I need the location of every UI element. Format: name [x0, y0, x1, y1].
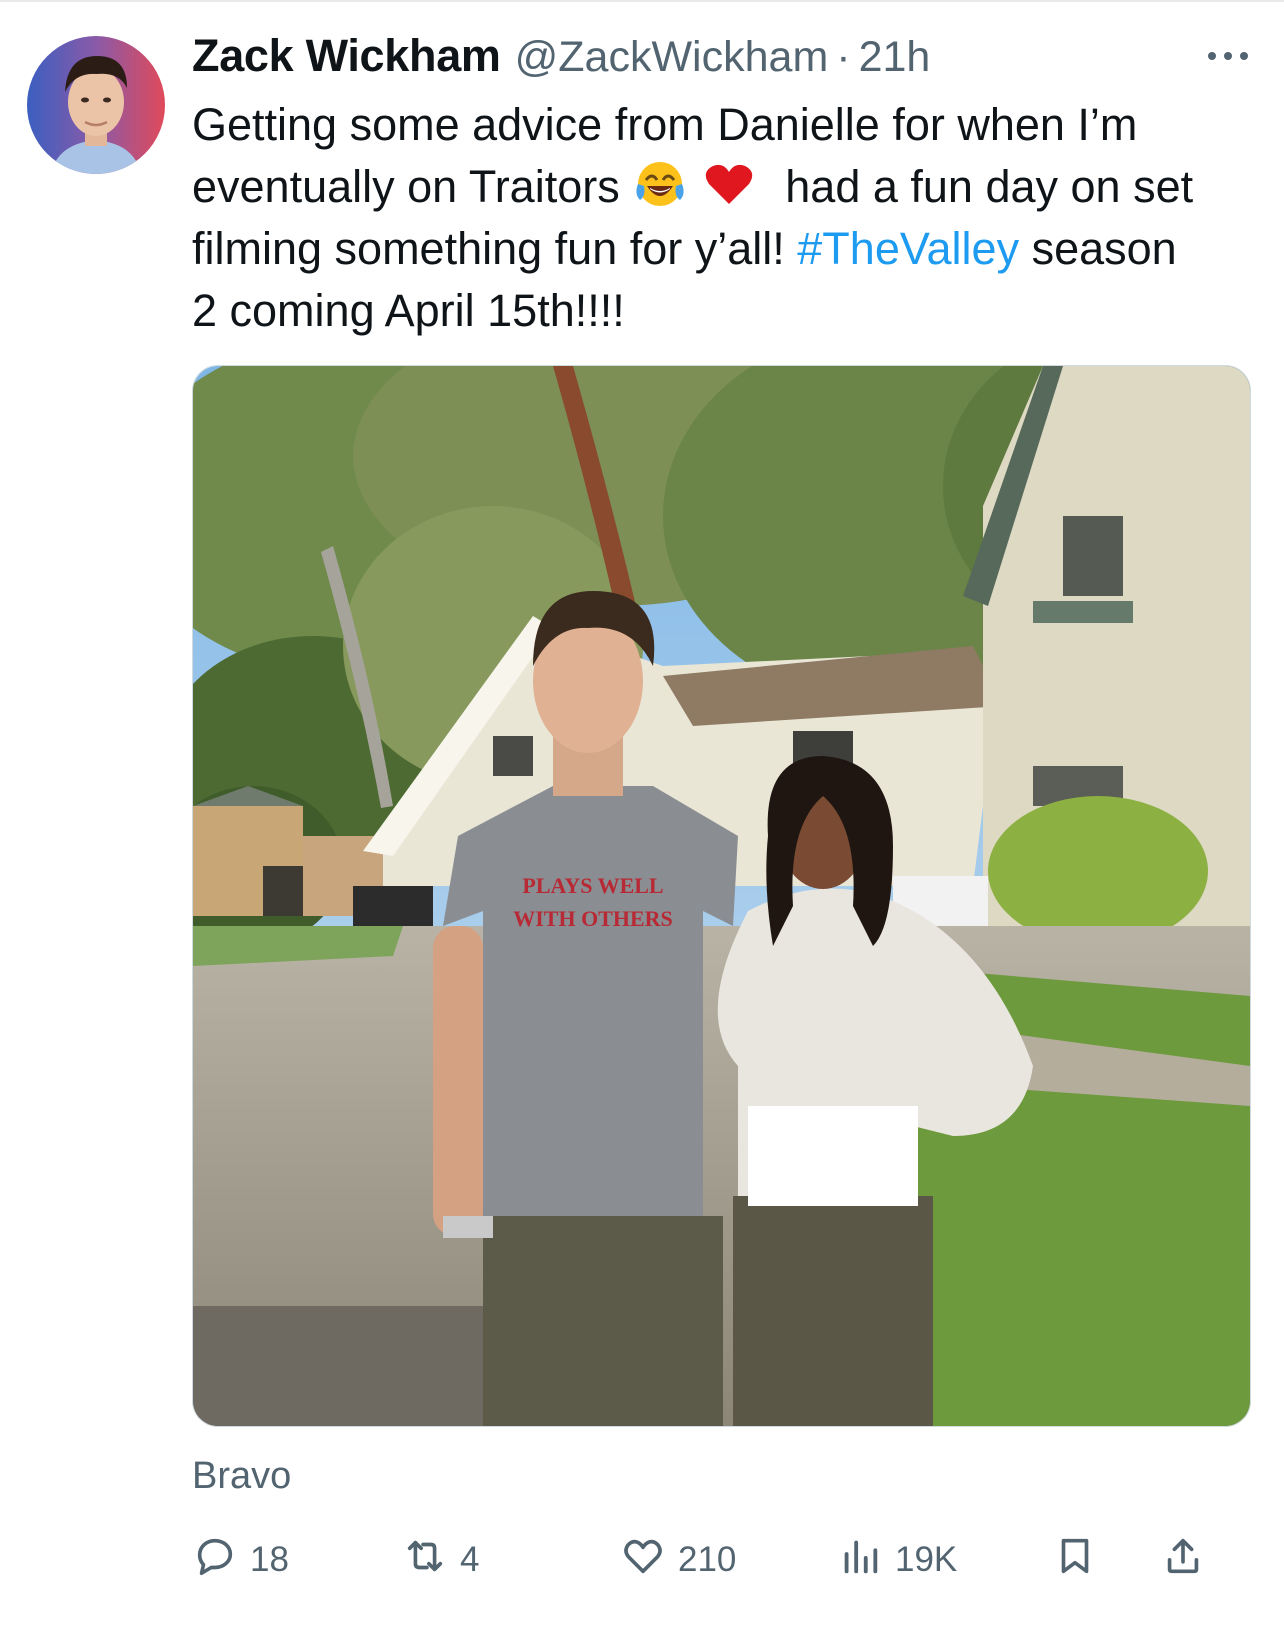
retweet-count: 4 — [460, 1540, 480, 1579]
views-button[interactable]: 19K — [837, 1530, 957, 1590]
timestamp[interactable]: 21h — [859, 33, 931, 82]
shirt-text: WITH OTHERS — [513, 906, 673, 931]
source-label[interactable]: Bravo — [192, 1455, 291, 1498]
bookmark-icon — [1052, 1533, 1098, 1588]
divider — [0, 0, 1284, 2]
share-button[interactable] — [1160, 1530, 1206, 1590]
tweet[interactable]: Zack Wickham @ZackWickham · 21h Getting … — [0, 0, 1284, 1626]
share-icon — [1160, 1533, 1206, 1588]
face-with-tears-of-joy-emoji — [634, 158, 686, 210]
author-name[interactable]: Zack Wickham — [192, 30, 501, 82]
red-heart-emoji — [703, 158, 755, 210]
tweet-text-fragment: season — [1031, 223, 1177, 274]
views-count: 19K — [895, 1540, 958, 1579]
tweet-text-fragment: had a fun day on set — [785, 161, 1194, 212]
tweet-photo[interactable]: PLAYS WELL WITH OTHERS — [192, 365, 1251, 1427]
retweet-button[interactable]: 4 — [402, 1530, 479, 1590]
separator-dot: · — [836, 33, 851, 81]
tweet-text-line: eventually on Traitors had a fun day on … — [192, 156, 1262, 218]
reply-button[interactable]: 18 — [192, 1530, 289, 1590]
author-handle[interactable]: @ZackWickham — [515, 33, 829, 82]
tweet-header: Zack Wickham @ZackWickham · 21h — [192, 30, 930, 90]
tweet-text-line: Getting some advice from Danielle for wh… — [192, 99, 1138, 150]
shirt-text: PLAYS WELL — [522, 873, 663, 898]
tweet-text-fragment: filming something fun for y’all! — [192, 223, 785, 274]
heart-icon — [620, 1533, 666, 1588]
reply-count: 18 — [250, 1540, 289, 1579]
tweet-text-line: filming something fun for y’all! #TheVal… — [192, 218, 1262, 280]
tweet-text: Getting some advice from Danielle for wh… — [192, 94, 1262, 342]
like-count: 210 — [678, 1540, 737, 1579]
hashtag-link[interactable]: #TheValley — [797, 223, 1019, 274]
reply-icon — [192, 1533, 238, 1588]
views-icon — [837, 1533, 883, 1588]
like-button[interactable]: 210 — [620, 1530, 736, 1590]
action-bar: 18 4 210 19K — [192, 1530, 1252, 1590]
tweet-text-fragment: eventually on Traitors — [192, 161, 620, 212]
tweet-text-line: 2 coming April 15th!!!! — [192, 285, 625, 336]
retweet-icon — [402, 1533, 448, 1588]
more-horizontal-icon[interactable] — [1206, 46, 1250, 66]
avatar[interactable] — [27, 36, 165, 174]
bookmark-button[interactable] — [1052, 1530, 1098, 1590]
